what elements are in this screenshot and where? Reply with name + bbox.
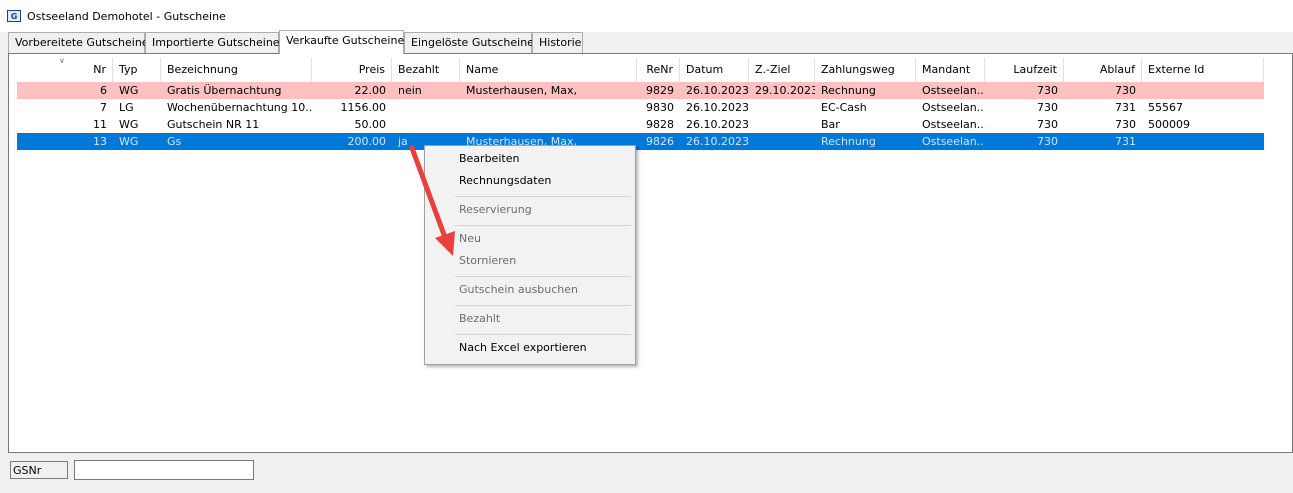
- cell-datum: 26.10.2023: [686, 84, 749, 97]
- cell-preis: 1156.00: [340, 101, 387, 114]
- cell-zahlungsweg: Bar: [821, 118, 840, 131]
- col-header-renr[interactable]: ReNr: [637, 58, 680, 82]
- cell-ablauf: 730: [1115, 118, 1136, 131]
- col-header-typ[interactable]: Typ: [113, 58, 161, 82]
- cell-mandant: Ostseelan...: [922, 84, 985, 97]
- cell-laufzeit: 730: [1037, 135, 1058, 148]
- gsnr-label: GSNr: [10, 461, 68, 479]
- cell-z-ziel: 29.10.2023: [755, 84, 815, 97]
- context-menu: Bearbeiten Rechnungsdaten Reservierung N…: [424, 145, 636, 365]
- table-row[interactable]: 7 LG Wochenübernachtung 10... 1156.00 98…: [17, 99, 1264, 116]
- gsnr-input[interactable]: [74, 460, 254, 480]
- cell-laufzeit: 730: [1037, 101, 1058, 114]
- menu-item-bezahlt[interactable]: Bezahlt: [459, 309, 500, 329]
- cell-externe-id: [1142, 82, 1264, 99]
- menu-item-gutschein-ausbuchen[interactable]: Gutschein ausbuchen: [459, 280, 578, 300]
- cell-name: [460, 116, 637, 133]
- cell-bezahlt: nein: [398, 84, 422, 97]
- menu-separator: [455, 225, 631, 226]
- cell-nr: 13: [93, 135, 107, 148]
- cell-ablauf: 731: [1115, 101, 1136, 114]
- col-header-bezahlt[interactable]: Bezahlt: [392, 58, 460, 82]
- menu-item-bearbeiten[interactable]: Bearbeiten: [459, 149, 519, 169]
- cell-mandant: Ostseelan...: [922, 135, 985, 148]
- cell-name: Musterhausen, Max,: [466, 84, 577, 97]
- cell-zahlungsweg: Rechnung: [821, 135, 876, 148]
- cell-preis: 22.00: [354, 84, 387, 97]
- cell-renr: 9830: [646, 101, 674, 114]
- menu-item-neu[interactable]: Neu: [459, 229, 481, 249]
- table-header: Nr Typ Bezeichnung Preis Bezahlt Name Re…: [17, 58, 1264, 82]
- cell-externe-id: 500009: [1148, 118, 1190, 131]
- cell-typ: WG: [119, 84, 139, 97]
- cell-datum: 26.10.2023: [686, 101, 749, 114]
- cell-nr: 11: [93, 118, 107, 131]
- cell-mandant: Ostseelan...: [922, 118, 985, 131]
- cell-z-ziel: [749, 116, 815, 133]
- cell-datum: 26.10.2023: [686, 118, 749, 131]
- cell-bezeichnung: Gutschein NR 11: [167, 118, 260, 131]
- cell-bezahlt: [392, 116, 460, 133]
- menu-separator: [455, 305, 631, 306]
- cell-zahlungsweg: Rechnung: [821, 84, 876, 97]
- menu-item-nach-excel-exportieren[interactable]: Nach Excel exportieren: [459, 338, 587, 358]
- cell-nr: 6: [100, 84, 107, 97]
- menu-item-reservierung[interactable]: Reservierung: [459, 200, 532, 220]
- cell-nr: 7: [100, 101, 107, 114]
- col-header-datum[interactable]: Datum: [680, 58, 749, 82]
- tab-historie[interactable]: Historie: [532, 32, 583, 53]
- tab-verkaufte-gutscheine[interactable]: Verkaufte Gutscheine: [279, 30, 404, 54]
- menu-item-stornieren[interactable]: Stornieren: [459, 251, 516, 271]
- cell-zahlungsweg: EC-Cash: [821, 101, 867, 114]
- col-header-bezeichnung[interactable]: Bezeichnung: [161, 58, 312, 82]
- col-header-name[interactable]: Name: [460, 58, 637, 82]
- cell-laufzeit: 730: [1037, 84, 1058, 97]
- cell-name: [460, 99, 637, 116]
- table-row[interactable]: 6 WG Gratis Übernachtung 22.00 nein Must…: [17, 82, 1264, 99]
- col-header-mandant[interactable]: Mandant: [916, 58, 985, 82]
- col-header-zahlungsweg[interactable]: Zahlungsweg: [815, 58, 916, 82]
- cell-mandant: Ostseelan...: [922, 101, 985, 114]
- col-header-laufzeit[interactable]: Laufzeit: [985, 58, 1064, 82]
- cell-externe-id: 55567: [1148, 101, 1183, 114]
- cell-bezeichnung: Gratis Übernachtung: [167, 84, 282, 97]
- cell-renr: 9826: [646, 135, 674, 148]
- menu-separator: [455, 196, 631, 197]
- cell-renr: 9829: [646, 84, 674, 97]
- cell-typ: LG: [119, 101, 134, 114]
- tab-eingeloeste-gutscheine[interactable]: Eingelöste Gutscheine: [404, 32, 534, 53]
- vouchers-table[interactable]: ∨ Nr Typ Bezeichnung Preis Bezahlt Name …: [17, 56, 1264, 150]
- tab-vorbereitete-gutscheine[interactable]: Vorbereitete Gutscheine: [8, 32, 149, 53]
- tab-importierte-gutscheine[interactable]: Importierte Gutscheine: [145, 32, 280, 53]
- cell-externe-id: [1142, 133, 1264, 150]
- cell-datum: 26.10.2023: [686, 135, 749, 148]
- cell-bezeichnung: Wochenübernachtung 10...: [167, 101, 312, 114]
- table-row-selected[interactable]: 13 WG Gs 200.00 ja Musterhausen, Max, 98…: [17, 133, 1264, 150]
- table-row[interactable]: 11 WG Gutschein NR 11 50.00 9828 26.10.2…: [17, 116, 1264, 133]
- col-header-z-ziel[interactable]: Z.-Ziel: [749, 58, 815, 82]
- cell-renr: 9828: [646, 118, 674, 131]
- title-bar: G Ostseeland Demohotel - Gutscheine: [0, 0, 1293, 32]
- cell-ablauf: 731: [1115, 135, 1136, 148]
- cell-bezahlt: [392, 99, 460, 116]
- cell-laufzeit: 730: [1037, 118, 1058, 131]
- cell-z-ziel: [749, 133, 815, 150]
- voucher-app-icon: G: [7, 10, 21, 22]
- menu-separator: [455, 276, 631, 277]
- cell-z-ziel: [749, 99, 815, 116]
- col-header-ablauf[interactable]: Ablauf: [1064, 58, 1142, 82]
- menu-separator: [455, 334, 631, 335]
- menu-item-rechnungsdaten[interactable]: Rechnungsdaten: [459, 171, 551, 191]
- cell-preis: 50.00: [354, 118, 387, 131]
- cell-typ: WG: [119, 118, 139, 131]
- cell-bezeichnung: Gs: [167, 135, 182, 148]
- cell-ablauf: 730: [1115, 84, 1136, 97]
- window-title: Ostseeland Demohotel - Gutscheine: [27, 10, 226, 23]
- cell-typ: WG: [119, 135, 139, 148]
- col-header-preis[interactable]: Preis: [312, 58, 392, 82]
- col-header-nr[interactable]: Nr: [17, 58, 113, 82]
- col-header-externe-id[interactable]: Externe Id: [1142, 58, 1264, 82]
- cell-preis: 200.00: [347, 135, 387, 148]
- vouchers-panel: ∨ Nr Typ Bezeichnung Preis Bezahlt Name …: [8, 53, 1293, 453]
